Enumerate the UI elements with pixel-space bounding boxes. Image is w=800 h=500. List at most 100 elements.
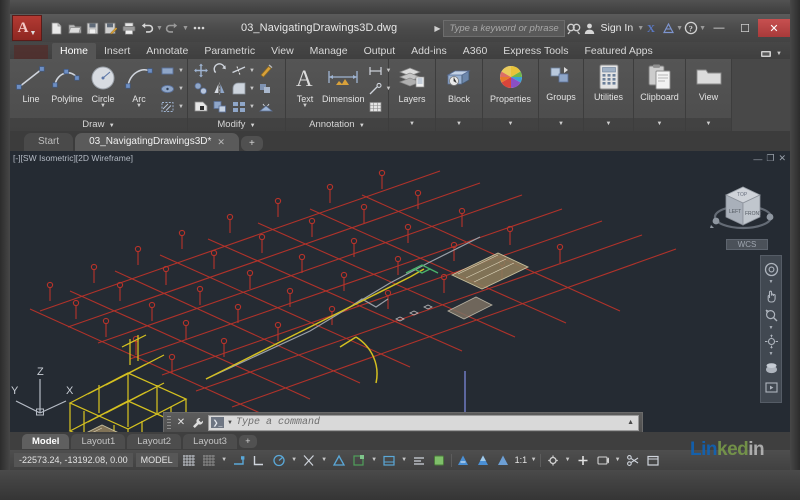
chevron-down-icon[interactable]: ▼ (769, 352, 774, 357)
file-tab-start[interactable]: Start (24, 133, 74, 151)
chevron-down-icon[interactable]: ▼ (371, 457, 378, 463)
table-icon[interactable] (367, 98, 384, 115)
rectangle-icon[interactable] (159, 62, 176, 79)
snap-mode-icon[interactable] (201, 452, 218, 468)
layout-tab-layout1[interactable]: Layout1 (71, 433, 126, 449)
layout-tab-layout3[interactable]: Layout3 (183, 433, 237, 449)
undo-icon[interactable] (138, 20, 155, 37)
chevron-down-icon[interactable]: ▼ (769, 326, 774, 331)
annotation-visibility-icon[interactable] (455, 452, 472, 468)
minimize-button[interactable]: — (706, 19, 732, 37)
tool-groups[interactable]: Groups (543, 62, 579, 102)
chevron-down-icon[interactable]: ▼ (291, 457, 298, 463)
close-icon[interactable]: ✕ (174, 416, 188, 430)
fillet-icon[interactable] (230, 80, 247, 97)
hatch-icon[interactable] (159, 98, 176, 115)
leader-icon[interactable] (367, 80, 384, 97)
tool-utilities[interactable]: Utilities (588, 62, 629, 102)
tab-featured-apps[interactable]: Featured Apps (576, 43, 660, 59)
pan-icon[interactable] (761, 286, 781, 305)
selection-cycling-icon[interactable] (411, 452, 428, 468)
customize-icon[interactable] (191, 416, 205, 430)
tool-properties[interactable]: Properties (487, 62, 534, 104)
object-snap-icon[interactable] (331, 452, 348, 468)
chevron-down-icon[interactable]: ▼ (769, 280, 774, 285)
tab-a360[interactable]: A360 (455, 43, 496, 59)
chevron-down-icon[interactable]: ▼ (249, 104, 255, 110)
panel-expand-block[interactable]: ▼ (436, 118, 482, 131)
tool-view[interactable]: View (690, 62, 727, 102)
close-button[interactable]: ✕ (758, 19, 790, 37)
ribbon-display-icon[interactable] (760, 49, 773, 59)
layout-tab-model[interactable]: Model (22, 433, 70, 449)
stretch-icon[interactable] (192, 98, 209, 115)
chevron-down-icon[interactable]: ▼ (221, 457, 228, 463)
tab-view[interactable]: View (263, 43, 302, 59)
ucs-selector-dropdown[interactable]: WCS (726, 239, 768, 250)
explode-icon[interactable] (257, 98, 274, 115)
ortho-mode-icon[interactable] (251, 452, 268, 468)
rotate-icon[interactable] (211, 62, 228, 79)
orbit-icon[interactable] (761, 332, 781, 351)
model-space-button[interactable]: MODEL (135, 453, 178, 467)
chevron-down-icon[interactable]: ▼ (178, 68, 184, 74)
chevron-down-icon[interactable]: ▼ (614, 457, 621, 463)
chevron-down-icon[interactable]: ▼ (249, 68, 255, 74)
command-input[interactable]: ❯_ ▼ Type a command ▲ (208, 414, 639, 431)
steering-wheel-icon[interactable] (761, 260, 781, 279)
transparency-icon[interactable] (381, 452, 398, 468)
tab-annotate[interactable]: Annotate (138, 43, 196, 59)
annotation-monitor-icon[interactable] (431, 452, 448, 468)
chevron-down-icon[interactable]: ▼ (321, 457, 328, 463)
polar-tracking-icon[interactable] (271, 452, 288, 468)
panel-expand-utilities[interactable]: ▼ (584, 118, 633, 131)
infer-constraints-icon[interactable] (231, 452, 248, 468)
tab-output[interactable]: Output (356, 43, 404, 59)
tab-insert[interactable]: Insert (96, 43, 138, 59)
file-tab-drawing[interactable]: 03_NavigatingDrawings3D* ✕ (75, 133, 239, 151)
tool-polyline[interactable]: Polyline (50, 62, 84, 104)
tab-home[interactable]: Home (52, 43, 97, 59)
autodesk-360-icon[interactable] (660, 20, 676, 36)
plot-icon[interactable] (120, 20, 137, 37)
add-button-icon[interactable] (574, 452, 591, 468)
exchange-apps-icon[interactable]: X (644, 20, 660, 36)
chevron-down-icon[interactable]: ▼ (178, 104, 184, 110)
chevron-down-icon[interactable]: ▼ (401, 457, 408, 463)
more-icon[interactable] (190, 20, 207, 37)
chevron-down-icon[interactable]: ▼ (699, 25, 706, 32)
command-line[interactable]: ✕ ❯_ ▼ Type a command ▲ (163, 412, 643, 433)
panel-expand-layers[interactable]: ▼ (389, 118, 435, 131)
new-tab-button[interactable]: + (240, 136, 263, 151)
lineweight-icon[interactable] (351, 452, 368, 468)
panel-expand-view[interactable]: ▼ (686, 118, 731, 131)
save-as-icon[interactable] (102, 20, 119, 37)
chevron-down-icon[interactable]: ▼ (182, 25, 189, 32)
layout-tab-layout2[interactable]: Layout2 (127, 433, 182, 449)
grid-display-icon[interactable] (181, 452, 198, 468)
panel-expand-properties[interactable]: ▼ (483, 118, 538, 131)
panel-expand-groups[interactable]: ▼ (539, 118, 583, 131)
chevron-down-icon[interactable]: ▼ (530, 457, 537, 463)
array-icon[interactable] (230, 98, 247, 115)
panel-title-draw[interactable]: Draw ▼ (10, 118, 187, 131)
chevron-down-icon[interactable]: ▼ (136, 103, 142, 109)
chevron-down-icon[interactable]: ▼ (100, 103, 106, 109)
tool-text[interactable]: A Text ▼ (290, 62, 320, 109)
new-layout-button[interactable]: + (238, 434, 257, 448)
workspace-switching-icon[interactable] (544, 452, 561, 468)
block-edit-icon[interactable] (257, 80, 274, 97)
chevron-down-icon[interactable]: ▼ (637, 25, 644, 32)
redo-icon[interactable] (164, 20, 181, 37)
autoscale-icon[interactable] (475, 452, 492, 468)
zoom-icon[interactable] (761, 306, 781, 325)
tab-express-tools[interactable]: Express Tools (495, 43, 576, 59)
tab-add-ins[interactable]: Add-ins (403, 43, 455, 59)
search-input[interactable]: Type a keyword or phrase (443, 19, 566, 37)
panel-title-modify[interactable]: Modify ▼ (188, 118, 285, 131)
tool-arc[interactable]: Arc ▼ (122, 62, 156, 109)
isolate-objects-icon[interactable] (624, 452, 641, 468)
help-icon[interactable]: ? (683, 20, 699, 36)
chevron-down-icon[interactable]: ▼ (676, 25, 683, 32)
application-menu-button[interactable]: A ▼ (12, 15, 42, 41)
